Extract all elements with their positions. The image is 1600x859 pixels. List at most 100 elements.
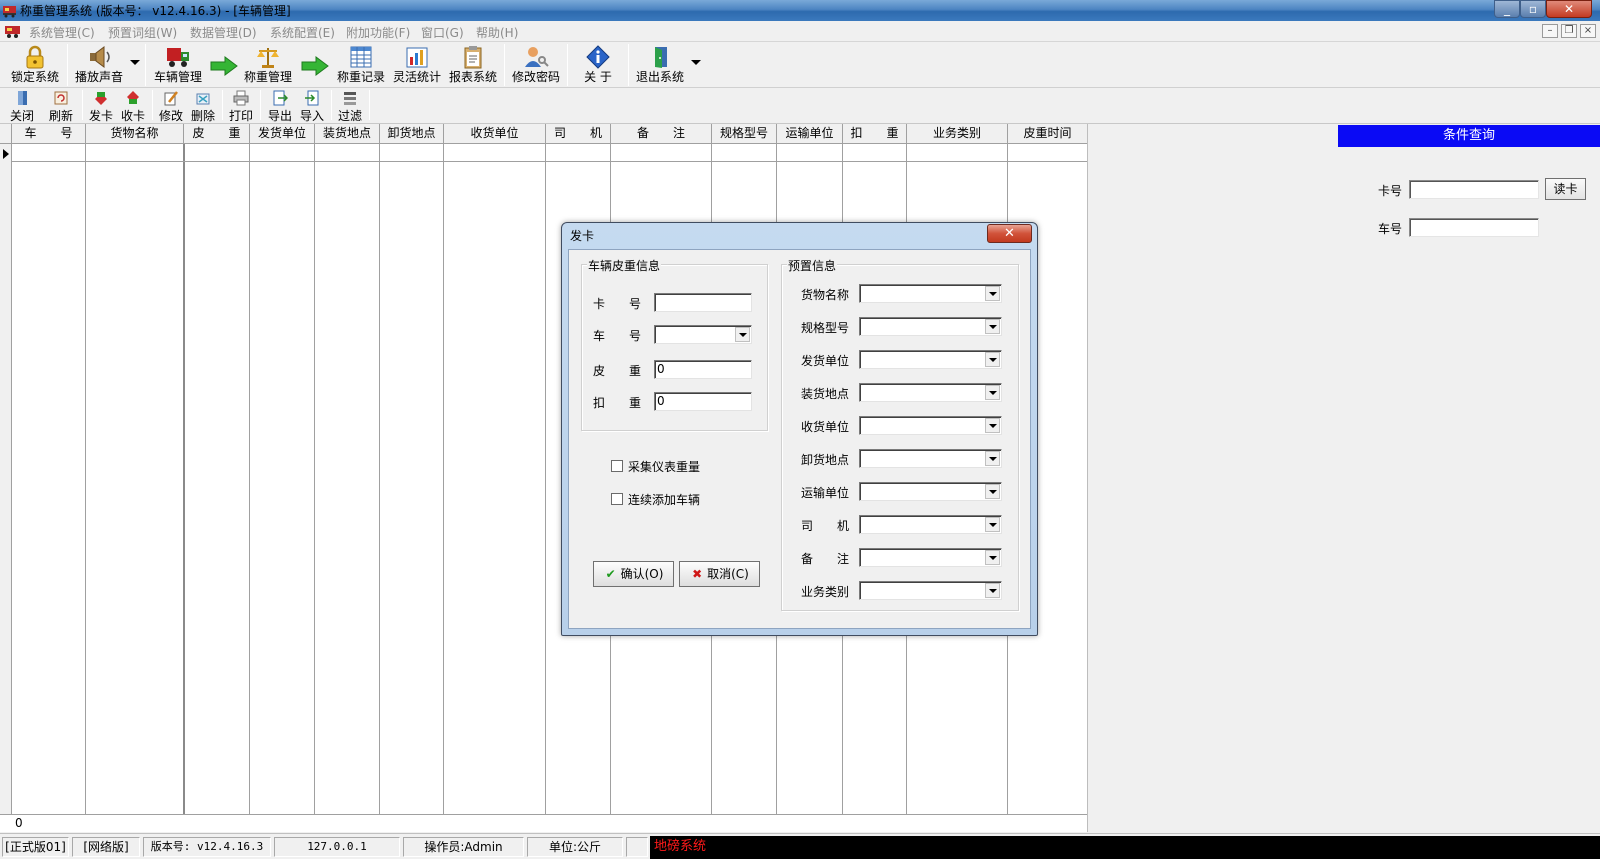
preset-remarks-select[interactable]	[859, 548, 1002, 567]
mdi-restore-button[interactable]: ❐	[1561, 24, 1577, 38]
ip-status: 127.0.0.1	[274, 837, 400, 857]
preset-goods-select[interactable]	[859, 284, 1002, 303]
dialog-close-button[interactable]: ✕	[987, 224, 1032, 243]
exit-dropdown-caret[interactable]	[691, 60, 701, 65]
deduction-input[interactable]: 0	[654, 392, 752, 411]
preset-transporter-select[interactable]	[859, 482, 1002, 501]
continuous-add-checkbox[interactable]	[611, 493, 623, 505]
confirm-button[interactable]: ✔ 确认(O)	[593, 561, 674, 587]
delete-button[interactable]: 删除	[187, 89, 219, 123]
menu-system[interactable]: 系统管理(C)	[29, 24, 95, 41]
col-business-type[interactable]: 业务类别	[907, 124, 1008, 144]
col-tare-time[interactable]: 皮重时间	[1008, 124, 1087, 144]
app-menu-icon[interactable]	[4, 23, 21, 39]
edition-status: [正式版01]	[2, 837, 69, 857]
read-card-button[interactable]: 读卡	[1545, 178, 1586, 200]
exit-system-button[interactable]: 退出系统	[632, 42, 688, 88]
report-system-button[interactable]: 报表系统	[445, 42, 501, 88]
bar-chart-icon	[406, 47, 428, 68]
preset-shipper-select[interactable]	[859, 350, 1002, 369]
col-driver[interactable]: 司 机	[546, 124, 611, 144]
speaker-icon	[90, 46, 110, 68]
tare-input[interactable]: 0	[654, 360, 752, 379]
status-bar: [正式版01] [网络版] 版本号: v12.4.16.3 127.0.0.1 …	[0, 833, 1600, 859]
collect-card-button[interactable]: 收卡	[117, 89, 149, 123]
network-status: [网络版]	[72, 837, 140, 857]
weighing-records-button[interactable]: 称重记录	[333, 42, 389, 88]
preset-driver-select[interactable]	[859, 515, 1002, 534]
print-button[interactable]: 打印	[225, 89, 257, 123]
weighing-management-button[interactable]: 称重管理	[240, 42, 296, 88]
tare-info-group-title: 车辆皮重信息	[587, 257, 662, 274]
preset-receiver-select[interactable]	[859, 416, 1002, 435]
capture-meter-checkbox[interactable]	[611, 460, 623, 472]
capture-meter-label: 采集仪表重量	[628, 460, 701, 474]
lock-icon	[26, 45, 44, 69]
chevron-down-icon[interactable]	[985, 484, 1000, 499]
mdi-close-button[interactable]: ×	[1580, 24, 1596, 38]
plate-select[interactable]	[654, 325, 752, 344]
about-button[interactable]: 关 于	[570, 42, 626, 88]
delete-icon	[196, 93, 210, 105]
menu-extras[interactable]: 附加功能(F)	[346, 24, 410, 41]
issue-card-dialog: 发卡 ✕ 车辆皮重信息 卡 号 车 号 皮 重 0 扣 重 0 采集仪表重量 连…	[561, 222, 1038, 636]
col-load-site[interactable]: 装货地点	[315, 124, 380, 144]
chevron-down-icon[interactable]	[985, 319, 1000, 334]
import-button[interactable]: 导入	[296, 89, 328, 123]
export-button[interactable]: 导出	[264, 89, 296, 123]
col-receiver[interactable]: 收货单位	[444, 124, 546, 144]
sound-dropdown-caret[interactable]	[130, 60, 140, 65]
chevron-down-icon[interactable]	[985, 583, 1000, 598]
edit-pencil-icon	[164, 91, 178, 106]
menu-help[interactable]: 帮助(H)	[476, 24, 518, 41]
menu-window[interactable]: 窗口(G)	[421, 24, 464, 41]
chevron-down-icon[interactable]	[985, 451, 1000, 466]
preset-unload-site-select[interactable]	[859, 449, 1002, 468]
col-goods[interactable]: 货物名称	[86, 124, 184, 144]
clipboard-icon	[464, 46, 482, 69]
close-window-button[interactable]: ✕	[1546, 0, 1592, 18]
flexible-stats-button[interactable]: 灵活统计	[389, 42, 445, 88]
minimize-button[interactable]: _	[1494, 0, 1520, 18]
issue-card-button[interactable]: 发卡	[85, 89, 117, 123]
card-number-input[interactable]	[654, 293, 752, 312]
menu-presets[interactable]: 预置词组(W)	[108, 24, 177, 41]
chevron-down-icon[interactable]	[985, 286, 1000, 301]
chevron-down-icon[interactable]	[985, 418, 1000, 433]
chevron-down-icon[interactable]	[735, 327, 750, 342]
col-unload-site[interactable]: 卸货地点	[380, 124, 444, 144]
col-spec[interactable]: 规格型号	[712, 124, 777, 144]
menu-config[interactable]: 系统配置(E)	[270, 24, 335, 41]
chevron-down-icon[interactable]	[985, 550, 1000, 565]
play-sound-button[interactable]: 播放声音	[71, 42, 127, 88]
col-shipper[interactable]: 发货单位	[250, 124, 315, 144]
chevron-down-icon[interactable]	[985, 385, 1000, 400]
edit-button[interactable]: 修改	[155, 89, 187, 123]
preset-spec-select[interactable]	[859, 317, 1002, 336]
chevron-down-icon[interactable]	[985, 517, 1000, 532]
mdi-minimize-button[interactable]: –	[1542, 24, 1558, 38]
col-transporter[interactable]: 运输单位	[777, 124, 843, 144]
query-plate-input[interactable]	[1409, 218, 1539, 237]
export-icon	[273, 90, 288, 106]
vehicle-management-button[interactable]: 车辆管理	[150, 42, 206, 88]
col-remarks[interactable]: 备 注	[611, 124, 712, 144]
refresh-button[interactable]: 刷新	[45, 89, 77, 123]
preset-load-site-select[interactable]	[859, 383, 1002, 402]
query-card-input[interactable]	[1409, 180, 1539, 199]
col-deduction[interactable]: 扣 重	[843, 124, 907, 144]
lock-system-button[interactable]: 锁定系统	[6, 42, 64, 88]
col-tare[interactable]: 皮 重	[184, 124, 250, 144]
menu-data[interactable]: 数据管理(D)	[190, 24, 257, 41]
arrow-right-icon	[210, 56, 238, 76]
close-tab-button[interactable]: 关闭	[6, 89, 38, 123]
chevron-down-icon[interactable]	[985, 352, 1000, 367]
filter-button[interactable]: 过滤	[334, 89, 366, 123]
preset-business-type-select[interactable]	[859, 581, 1002, 600]
cancel-button[interactable]: ✖ 取消(C)	[679, 561, 760, 587]
truck-icon	[167, 48, 189, 67]
cross-icon: ✖	[692, 567, 703, 581]
change-password-button[interactable]: 修改密码	[508, 42, 564, 88]
col-plate[interactable]: 车 号	[12, 124, 86, 144]
maximize-button[interactable]: ▫	[1520, 0, 1546, 18]
